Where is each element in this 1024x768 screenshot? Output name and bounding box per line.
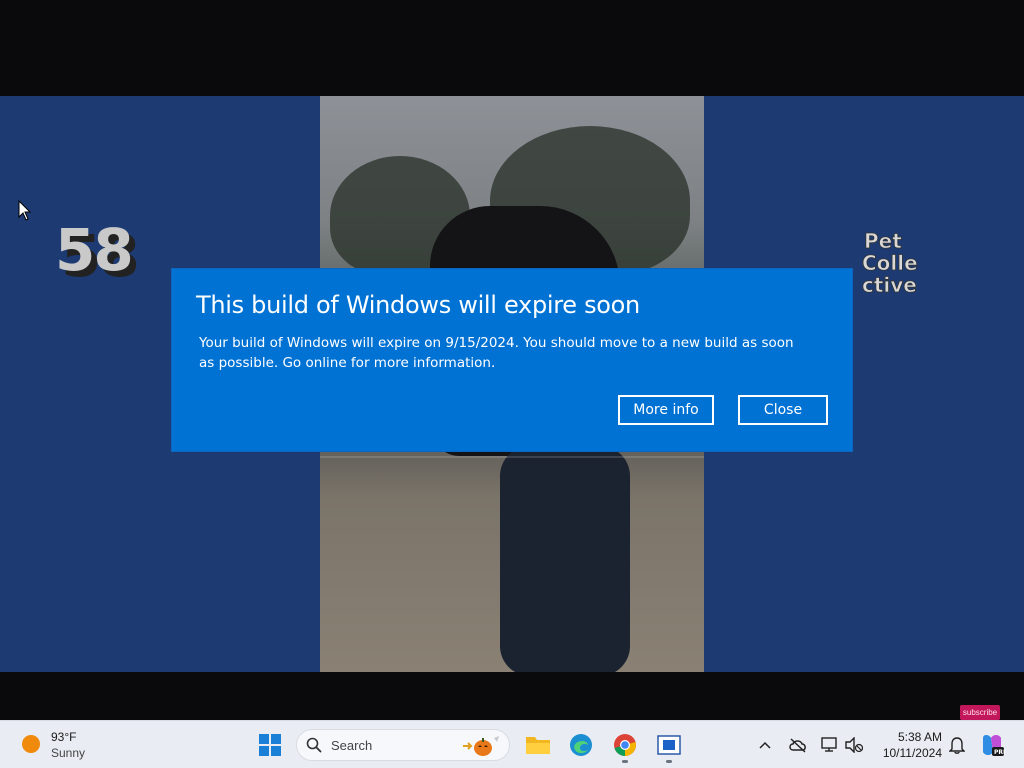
volume-tray-button[interactable]: [842, 729, 866, 761]
dialog-title: This build of Windows will expire soon: [196, 291, 640, 319]
running-indicator: [666, 760, 672, 763]
show-hidden-icons-button[interactable]: [753, 729, 777, 761]
weather-condition: Sunny: [51, 746, 86, 760]
sandbox-icon: [657, 735, 681, 755]
cloud-offline-icon: [789, 738, 806, 753]
windows-logo-icon: [259, 734, 281, 756]
edge-browser-button[interactable]: [565, 729, 597, 761]
desktop-screen: 58 Pet Colle ctive This build of Windows…: [0, 0, 1024, 768]
bell-icon: [949, 737, 965, 754]
taskbar: 93°F Sunny Search 5:38 AM 10/11/2024 PR: [0, 720, 1024, 768]
chevron-up-icon: [759, 741, 771, 749]
search-placeholder: Search: [331, 738, 373, 753]
notifications-button[interactable]: [945, 729, 969, 761]
file-explorer-button[interactable]: [522, 729, 554, 761]
network-monitor-icon: [821, 737, 837, 752]
close-button[interactable]: Close: [738, 395, 828, 425]
edge-icon: [570, 734, 592, 756]
taskbar-clock[interactable]: 5:38 AM 10/11/2024: [872, 729, 942, 761]
folder-icon: [526, 737, 550, 754]
svg-text:PRE: PRE: [994, 749, 1005, 756]
build-expiry-dialog: This build of Windows will expire soon Y…: [172, 269, 852, 451]
onedrive-tray-button[interactable]: [786, 729, 810, 761]
running-indicator: [622, 760, 628, 763]
search-icon: [306, 737, 322, 753]
taskbar-search-box[interactable]: Search: [296, 729, 510, 761]
sun-icon: [22, 735, 40, 753]
speaker-muted-icon: [845, 737, 863, 753]
chrome-icon: [614, 734, 636, 756]
clock-date: 10/11/2024: [882, 746, 942, 760]
subscribe-badge[interactable]: subscribe: [960, 705, 1000, 720]
copilot-icon: PRE: [983, 735, 1005, 756]
start-button[interactable]: [254, 729, 286, 761]
chrome-browser-button[interactable]: [609, 729, 641, 763]
windows-sandbox-button[interactable]: [653, 729, 685, 763]
copilot-button[interactable]: PRE: [976, 729, 1008, 761]
clock-time: 5:38 AM: [897, 730, 942, 744]
dialog-message: Your build of Windows will expire on 9/1…: [199, 335, 794, 371]
weather-widget[interactable]: 93°F Sunny: [18, 729, 118, 761]
network-tray-button[interactable]: [818, 729, 842, 761]
more-info-button[interactable]: More info: [618, 395, 714, 425]
weather-temperature: 93°F: [51, 730, 77, 744]
pumpkin-search-highlight-icon: [463, 736, 499, 756]
